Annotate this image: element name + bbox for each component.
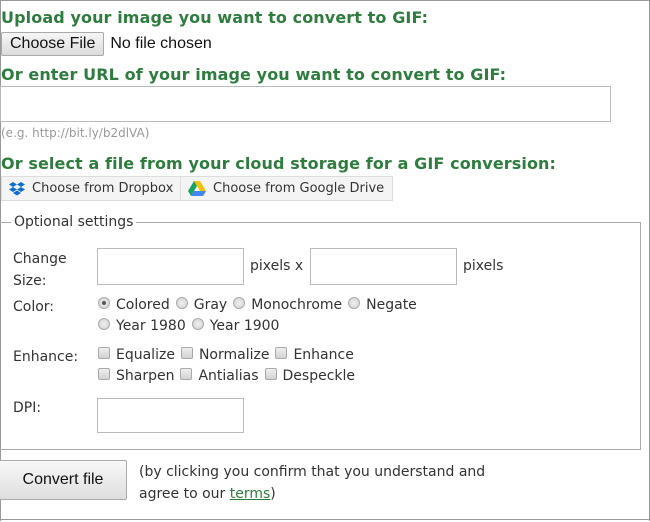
terms-notice: (by clicking you confirm that you unders… [139,461,485,505]
choose-file-button[interactable]: Choose File [1,32,105,56]
terms-line-2: agree to our terms) [139,483,485,505]
convert-file-button[interactable]: Convert file [0,460,127,500]
enhance-row-2: Sharpen Antialias Despeckle [98,368,361,384]
url-heading: Or enter URL of your image you want to c… [1,65,507,84]
height-input[interactable] [310,248,457,285]
terms-suffix: ) [270,486,276,502]
enhance-option-sharpen[interactable]: Sharpen [98,368,174,384]
change-size-label: Change Size: [13,248,67,292]
dropbox-button[interactable]: Choose from Dropbox [1,176,183,201]
enhance-equalize-label: Equalize [116,347,175,363]
checkbox-normalize[interactable] [180,347,193,359]
color-negate-label: Negate [366,297,417,313]
google-drive-label: Choose from Google Drive [213,181,385,196]
radio-year-1900[interactable] [191,318,204,330]
enhance-normalize-label: Normalize [198,347,270,363]
pixels-label: pixels [463,258,504,274]
enhance-sharpen-label: Sharpen [116,368,175,384]
color-year-1980-label: Year 1980 [116,318,186,334]
terms-line-1: (by clicking you confirm that you unders… [139,464,486,480]
dropbox-label: Choose from Dropbox [32,181,174,196]
radio-colored[interactable] [98,297,110,309]
color-row-1: Colored Gray Monochrome Negate [98,297,423,313]
color-monochrome-label: Monochrome [251,297,343,313]
file-status: No file chosen [110,35,212,52]
color-option-negate[interactable]: Negate [348,297,417,313]
color-year-1900-label: Year 1900 [209,318,280,334]
change-size-label-line1: Change [13,251,67,267]
enhance-option-antialias[interactable]: Antialias [180,368,259,384]
enhance-option-normalize[interactable]: Normalize [180,347,270,363]
enhance-option-equalize[interactable]: Equalize [98,347,175,363]
color-option-colored[interactable]: Colored [98,297,170,313]
url-hint: (e.g. http://bit.ly/b2dlVA) [1,126,150,140]
enhance-option-enhance[interactable]: Enhance [275,347,354,363]
enhance-option-despeckle[interactable]: Despeckle [264,368,356,384]
dropbox-icon [9,181,25,195]
radio-monochrome[interactable] [233,297,246,309]
enhance-enhance-label: Enhance [293,347,354,363]
file-input[interactable]: Choose File No file chosen [1,32,212,56]
dpi-label: DPI: [13,400,42,416]
google-drive-icon [188,181,206,196]
enhance-antialias-label: Antialias [198,368,259,384]
color-colored-label: Colored [116,297,170,313]
checkbox-enhance[interactable] [275,347,288,359]
bottom-border [0,519,650,520]
radio-gray[interactable] [175,297,188,309]
cloud-heading: Or select a file from your cloud storage… [1,154,557,173]
optional-settings-legend: Optional settings [14,214,134,230]
color-option-gray[interactable]: Gray [175,297,228,313]
change-size-label-line2: Size: [13,273,47,289]
color-gray-label: Gray [193,297,228,313]
color-option-monochrome[interactable]: Monochrome [233,297,342,313]
pixels-x-label: pixels x [250,258,304,274]
checkbox-equalize[interactable] [98,347,110,359]
color-option-year-1980[interactable]: Year 1980 [98,318,186,334]
enhance-despeckle-label: Despeckle [282,368,356,384]
color-option-year-1900[interactable]: Year 1900 [191,318,280,334]
enhance-label: Enhance: [13,349,79,365]
checkbox-despeckle[interactable] [264,368,277,380]
radio-negate[interactable] [348,297,361,309]
terms-prefix: agree to our [139,486,230,502]
width-input[interactable] [97,248,244,285]
color-row-2: Year 1980 Year 1900 [98,318,285,334]
upload-heading: Upload your image you want to convert to… [1,8,429,27]
checkbox-antialias[interactable] [180,368,193,380]
terms-link[interactable]: terms [230,486,271,502]
radio-year-1980[interactable] [98,318,110,330]
dpi-input[interactable] [97,398,244,433]
color-label: Color: [13,299,55,315]
google-drive-button[interactable]: Choose from Google Drive [180,176,394,201]
enhance-row-1: Equalize Normalize Enhance [98,347,360,363]
url-input[interactable] [0,86,611,122]
checkbox-sharpen[interactable] [98,368,110,380]
